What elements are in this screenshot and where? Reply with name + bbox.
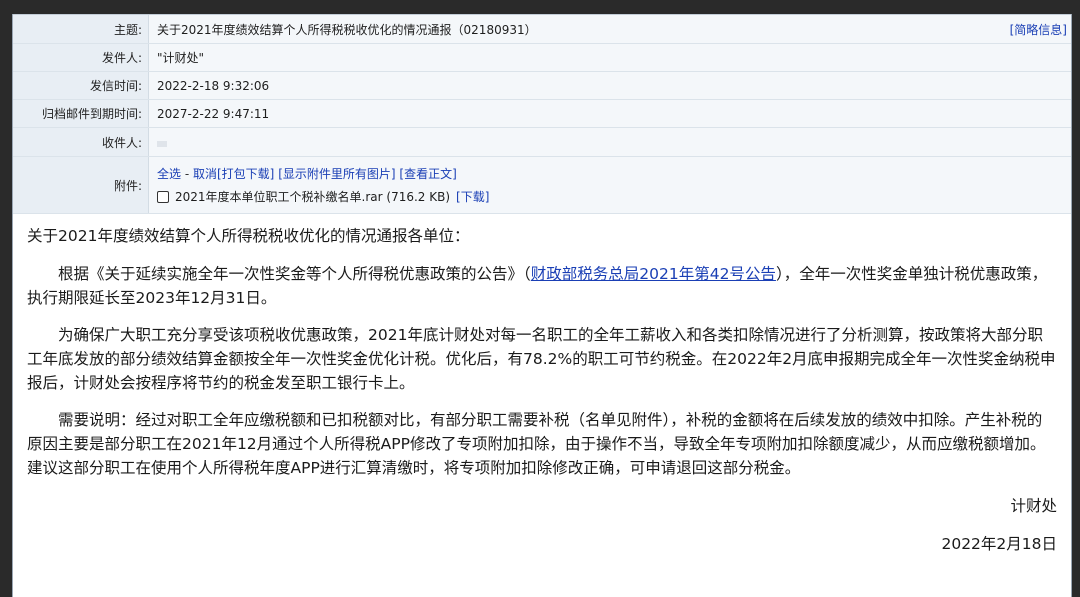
send-time-value: 2022-2-18 9:32:06 <box>157 78 270 93</box>
send-time-row: 发信时间: 2022-2-18 9:32:06 <box>13 72 1071 100</box>
recipient-label: 收件人: <box>13 128 149 156</box>
paragraph-2: 为确保广大职工充分享受该项税收优惠政策，2021年底计财处对每一名职工的全年工薪… <box>27 326 1056 392</box>
greeting: 关于2021年度绩效结算个人所得税税收优化的情况通报各单位： <box>27 227 470 245</box>
attachment-cell: 全选 - 取消[打包下载] [显示附件里所有图片] [查看正文] 2021年度本… <box>149 157 1071 213</box>
sender-value: "计财处" <box>157 51 205 65</box>
sender-value-cell: "计财处" <box>149 44 1071 71</box>
attachment-checkbox[interactable] <box>157 190 169 203</box>
recipient-row: 收件人: <box>13 128 1071 157</box>
email-body: 关于2021年度绩效结算个人所得税税收优化的情况通报各单位： 根据《关于延续实施… <box>13 214 1071 556</box>
send-time-label: 发信时间: <box>13 72 149 99</box>
send-time-value-cell: 2022-2-18 9:32:06 <box>149 72 1071 99</box>
sender-row: 发件人: "计财处" <box>13 44 1071 72</box>
subject-value-cell: 关于2021年度绩效结算个人所得税税收优化的情况通报（02180931） [简略… <box>149 15 1071 43</box>
pack-download-link[interactable]: [打包下载] <box>217 167 274 181</box>
paragraph-1: 根据《关于延续实施全年一次性奖金等个人所得税优惠政策的公告》（财政部税务总局20… <box>27 262 1057 310</box>
paragraph-3: 需要说明：经过对职工全年应缴税额和已扣税额对比，有部分职工需要补税（名单见附件）… <box>27 411 1046 477</box>
signature: 计财处 <box>1010 497 1057 515</box>
separator: - <box>181 167 193 181</box>
email-header: 主题: 关于2021年度绩效结算个人所得税税收优化的情况通报（02180931）… <box>13 14 1071 214</box>
brief-info-link[interactable]: [简略信息] <box>1010 21 1067 38</box>
archive-value-cell: 2027-2-22 9:47:11 <box>149 100 1071 127</box>
recipient-redacted <box>157 141 167 147</box>
policy-link[interactable]: 财政部税务总局2021年第42号公告 <box>531 265 776 283</box>
subject-value: 关于2021年度绩效结算个人所得税税收优化的情况通报（02180931） <box>157 22 537 37</box>
sign-date: 2022年2月18日 <box>941 535 1057 553</box>
cancel-link[interactable]: 取消 <box>193 167 217 181</box>
attachment-file-name: 2021年度本单位职工个税补缴名单.rar (716.2 KB) <box>175 190 451 204</box>
subject-label: 主题: <box>13 15 149 43</box>
p1-pre: 根据《关于延续实施全年一次性奖金等个人所得税优惠政策的公告》（ <box>58 265 531 283</box>
archive-value: 2027-2-22 9:47:11 <box>157 106 270 121</box>
archive-row: 归档邮件到期时间: 2027-2-22 9:47:11 <box>13 100 1071 128</box>
attachment-actions: 全选 - 取消[打包下载] [显示附件里所有图片] [查看正文] <box>157 165 457 182</box>
select-all-link[interactable]: 全选 <box>157 167 181 181</box>
recipient-value-cell <box>149 128 1071 156</box>
subject-row: 主题: 关于2021年度绩效结算个人所得税税收优化的情况通报（02180931）… <box>13 15 1071 44</box>
email-view: 主题: 关于2021年度绩效结算个人所得税税收优化的情况通报（02180931）… <box>12 14 1072 597</box>
show-images-link[interactable]: [显示附件里所有图片] <box>278 167 395 181</box>
attachment-file: 2021年度本单位职工个税补缴名单.rar (716.2 KB) [下载] <box>157 188 489 205</box>
attach-label: 附件: <box>13 157 149 213</box>
view-text-link[interactable]: [查看正文] <box>399 167 456 181</box>
sender-label: 发件人: <box>13 44 149 71</box>
download-link[interactable]: [下载] <box>456 188 489 205</box>
attachment-row: 附件: 全选 - 取消[打包下载] [显示附件里所有图片] [查看正文] 202… <box>13 157 1071 214</box>
archive-label: 归档邮件到期时间: <box>13 100 149 127</box>
